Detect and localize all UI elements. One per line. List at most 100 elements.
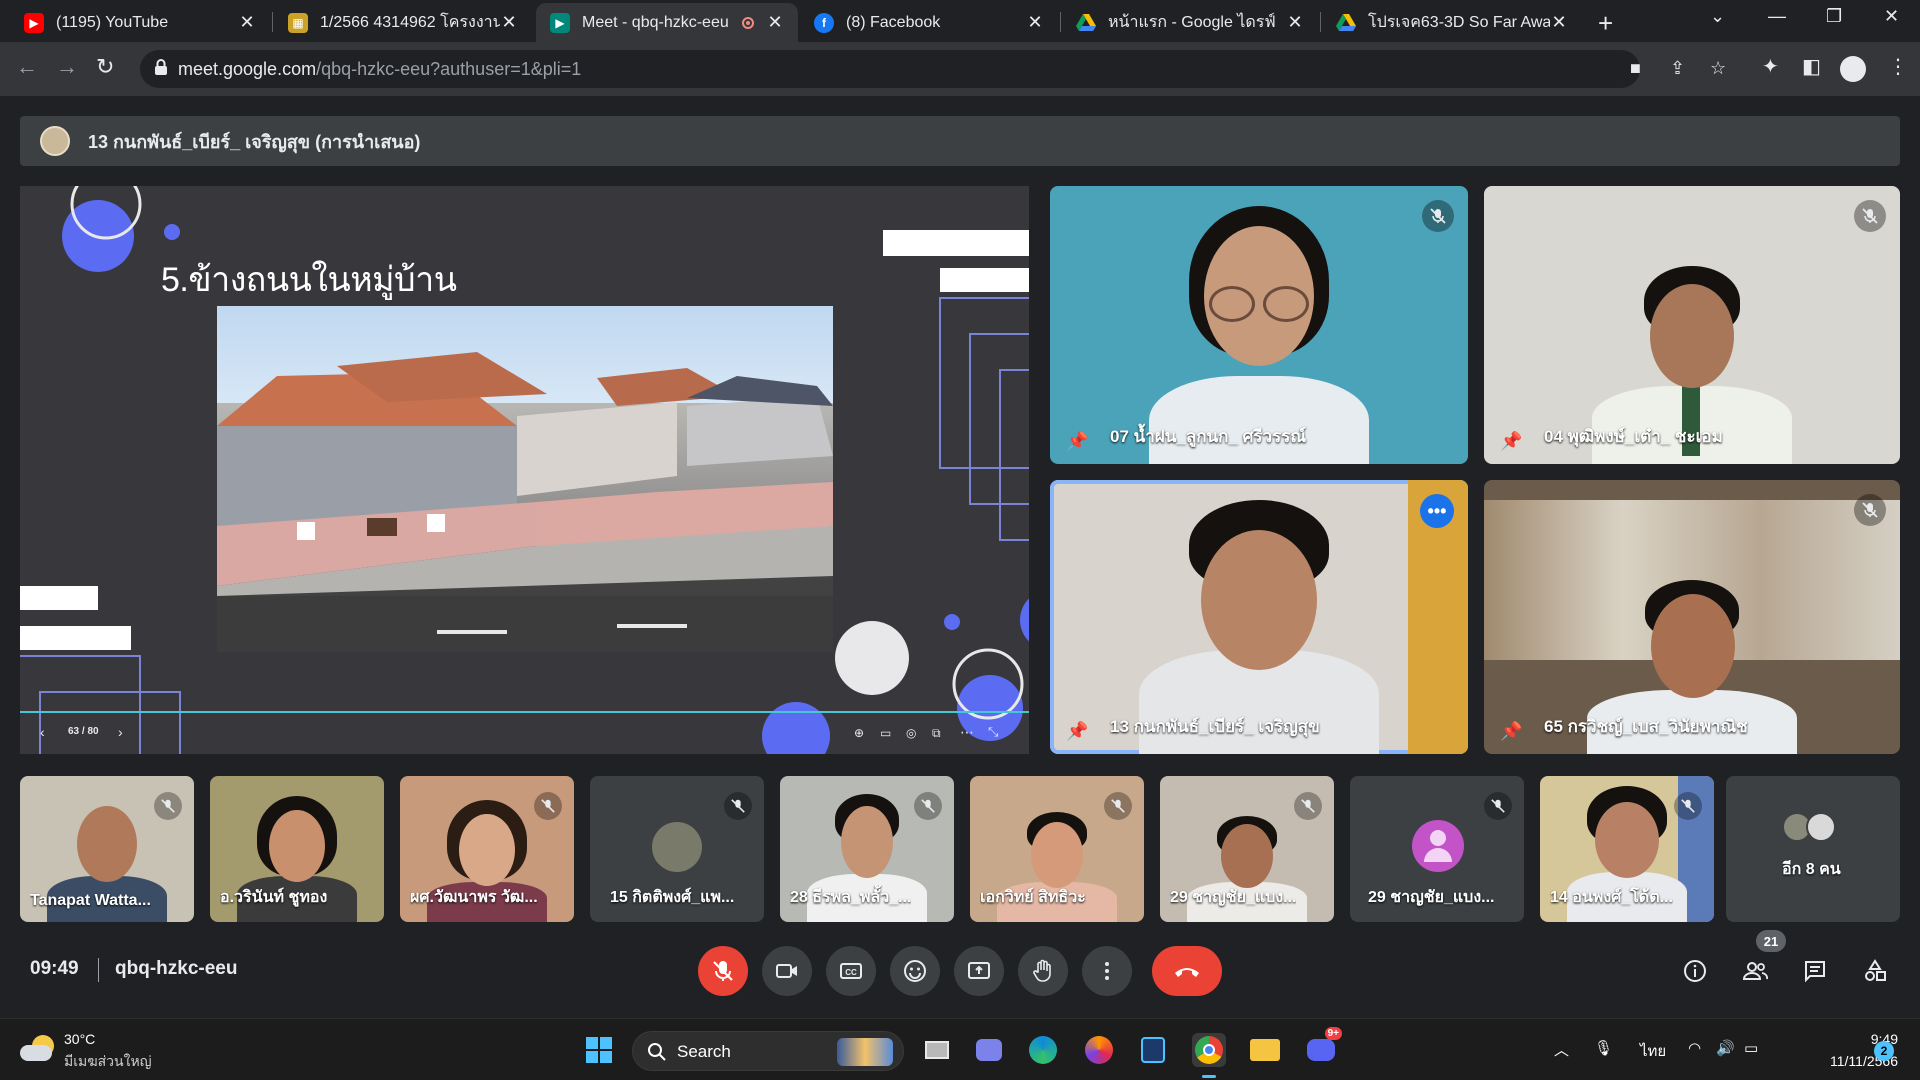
- task-view-icon[interactable]: [920, 1033, 954, 1067]
- taskbar-search[interactable]: Search: [632, 1031, 904, 1071]
- participant-tile[interactable]: 📌 04 พุฒิพงษ์_เต๋า_ ชะเอม: [1484, 186, 1900, 464]
- camera-icon[interactable]: ■: [1630, 58, 1641, 79]
- weather-icon[interactable]: [20, 1035, 56, 1063]
- chrome-icon[interactable]: [1192, 1033, 1226, 1067]
- previous-slide-icon[interactable]: ‹: [40, 724, 45, 740]
- share-icon[interactable]: ⇪: [1670, 58, 1685, 79]
- tab-drive-project[interactable]: โปรเจค63-3D So Far Away ✕: [1322, 3, 1582, 42]
- present-screen-icon: [968, 962, 990, 979]
- new-tab-button[interactable]: +: [1598, 8, 1613, 39]
- participant-tile[interactable]: ผศ.วัฒนาพร วัฒ...: [400, 776, 574, 922]
- participant-tile[interactable]: 28 ธีรพล_พลั้ว_...: [780, 776, 954, 922]
- participant-tile-active-speaker[interactable]: ••• 📌 13 กนกพันธ์_เบียร์_ เจริญสุข: [1050, 480, 1468, 754]
- url-host: meet.google.com: [178, 59, 317, 79]
- tab-facebook[interactable]: f (8) Facebook ✕: [800, 3, 1058, 42]
- raise-hand-button[interactable]: [1018, 946, 1068, 996]
- people-button[interactable]: [1732, 948, 1778, 994]
- chrome-menu-icon[interactable]: ⋮: [1888, 54, 1908, 79]
- more-icon[interactable]: ⋯: [960, 724, 974, 741]
- edge-icon[interactable]: [1026, 1033, 1060, 1067]
- teams-chat-icon[interactable]: [972, 1033, 1006, 1067]
- participant-tile[interactable]: 14 อนพงศ์_โด้ต...: [1540, 776, 1714, 922]
- profile-avatar[interactable]: [1840, 56, 1866, 82]
- pin-icon[interactable]: 📌: [1500, 721, 1522, 742]
- pin-icon[interactable]: 📌: [1066, 431, 1088, 452]
- close-window-button[interactable]: ✕: [1884, 6, 1899, 27]
- microphone-tray-icon[interactable]: 🎙: [1594, 1039, 1613, 1057]
- battery-icon[interactable]: ▭: [1744, 1039, 1758, 1057]
- audio-icon[interactable]: ◎: [906, 726, 916, 740]
- weather-description[interactable]: มีเมฆส่วนใหญ่: [64, 1051, 152, 1073]
- close-icon[interactable]: ✕: [238, 12, 256, 33]
- participant-tile[interactable]: 29 ชาญชัย_แบง...: [1160, 776, 1334, 922]
- facebook-icon: f: [814, 12, 834, 33]
- bookmark-star-icon[interactable]: ☆: [1710, 58, 1726, 79]
- more-participants-tile[interactable]: อีก 8 คน: [1726, 776, 1900, 922]
- discord-icon[interactable]: 9+: [1304, 1027, 1342, 1067]
- more-options-button[interactable]: [1082, 946, 1132, 996]
- tab-youtube[interactable]: ▶ (1195) YouTube ✕: [10, 3, 270, 42]
- participant-tile[interactable]: อ.วรินันท์ ชูทอง: [210, 776, 384, 922]
- window-icon[interactable]: ⧉: [932, 726, 941, 741]
- microphone-toggle-button[interactable]: [698, 946, 748, 996]
- divider: [98, 958, 99, 982]
- restore-button[interactable]: ❐: [1826, 6, 1842, 27]
- exit-fullscreen-icon[interactable]: ⤡: [988, 724, 998, 740]
- mic-off-icon: [713, 961, 733, 981]
- participant-tile[interactable]: เอกวิทย์ สิทธิวะ: [970, 776, 1144, 922]
- start-button[interactable]: [582, 1033, 616, 1067]
- muted-mic-icon: [1854, 494, 1886, 526]
- input-language[interactable]: ไทย: [1640, 1039, 1666, 1063]
- forward-button[interactable]: →: [56, 54, 78, 80]
- reactions-button[interactable]: [890, 946, 940, 996]
- firefox-icon[interactable]: [1082, 1033, 1116, 1067]
- participant-tile[interactable]: 15 กิตติพงศ์_แพ...: [590, 776, 764, 922]
- tab-sheets[interactable]: ▦ 1/2566 4314962 โครงงานแพ ✕: [274, 3, 532, 42]
- side-panel-icon[interactable]: ◧: [1802, 54, 1821, 79]
- minimize-button[interactable]: —: [1768, 6, 1786, 27]
- participant-tile[interactable]: Tanapat Watta...: [20, 776, 194, 922]
- hang-up-icon: [1175, 968, 1199, 977]
- address-bar[interactable]: meet.google.com/qbq-hzkc-eeu?authuser=1&…: [140, 50, 1726, 88]
- camera-toggle-button[interactable]: [762, 946, 812, 996]
- participant-tile[interactable]: 📌 65 กรวิชญ์_เบส_วินัยพาณิช: [1484, 480, 1900, 754]
- close-icon[interactable]: ✕: [1286, 12, 1304, 33]
- captions-button[interactable]: CC: [826, 946, 876, 996]
- presentation-slide[interactable]: 5.ข้างถนนในหมู่บ้าน ‹ 63 / 80 › ⊕ ▭ ◎ ⧉ …: [20, 186, 1029, 754]
- lock-icon[interactable]: [154, 59, 168, 75]
- close-icon[interactable]: ✕: [1026, 12, 1044, 33]
- more-options-button[interactable]: •••: [1420, 494, 1454, 528]
- slide-page-indicator: 63 / 80: [68, 726, 99, 737]
- video-camera-icon: [776, 964, 797, 978]
- participant-tile[interactable]: 29 ชาญชัย_แบง...: [1350, 776, 1524, 922]
- muted-mic-icon: [914, 792, 942, 820]
- store-icon[interactable]: [1136, 1033, 1170, 1067]
- captions-icon[interactable]: ▭: [880, 726, 891, 740]
- activities-button[interactable]: [1852, 948, 1898, 994]
- weather-temperature[interactable]: 30°C: [64, 1031, 95, 1047]
- pin-icon[interactable]: 📌: [1066, 721, 1088, 742]
- volume-icon[interactable]: 🔊: [1716, 1039, 1735, 1057]
- back-button[interactable]: ←: [16, 54, 38, 80]
- next-slide-icon[interactable]: ›: [118, 724, 123, 740]
- chat-button[interactable]: [1792, 948, 1838, 994]
- close-icon[interactable]: ✕: [500, 12, 518, 33]
- tab-meet[interactable]: ▶ Meet - qbq-hzkc-eeu ✕: [536, 3, 798, 42]
- participant-tile[interactable]: 📌 07 น้ำฝน_ลูกนก_ ศรีวรรณ์: [1050, 186, 1468, 464]
- pin-icon[interactable]: 📌: [1500, 431, 1522, 452]
- leave-call-button[interactable]: [1152, 946, 1222, 996]
- slide-title: 5.ข้างถนนในหมู่บ้าน: [161, 261, 457, 299]
- zoom-icon[interactable]: ⊕: [854, 726, 864, 740]
- show-hidden-icons-icon[interactable]: ︿: [1554, 1039, 1569, 1060]
- extensions-icon[interactable]: ✦: [1762, 54, 1779, 79]
- wifi-icon[interactable]: ◠: [1688, 1039, 1701, 1057]
- tab-drive-home[interactable]: หน้าแรก - Google ไดรฟ์ ✕: [1062, 3, 1318, 42]
- present-screen-button[interactable]: [954, 946, 1004, 996]
- notification-count[interactable]: 2: [1874, 1041, 1894, 1061]
- meeting-details-button[interactable]: [1672, 948, 1718, 994]
- tab-search-chevron-icon[interactable]: ⌄: [1710, 6, 1725, 27]
- reload-button[interactable]: ↻: [96, 54, 114, 80]
- close-icon[interactable]: ✕: [1550, 12, 1568, 33]
- file-explorer-icon[interactable]: [1248, 1033, 1282, 1067]
- close-icon[interactable]: ✕: [766, 12, 784, 33]
